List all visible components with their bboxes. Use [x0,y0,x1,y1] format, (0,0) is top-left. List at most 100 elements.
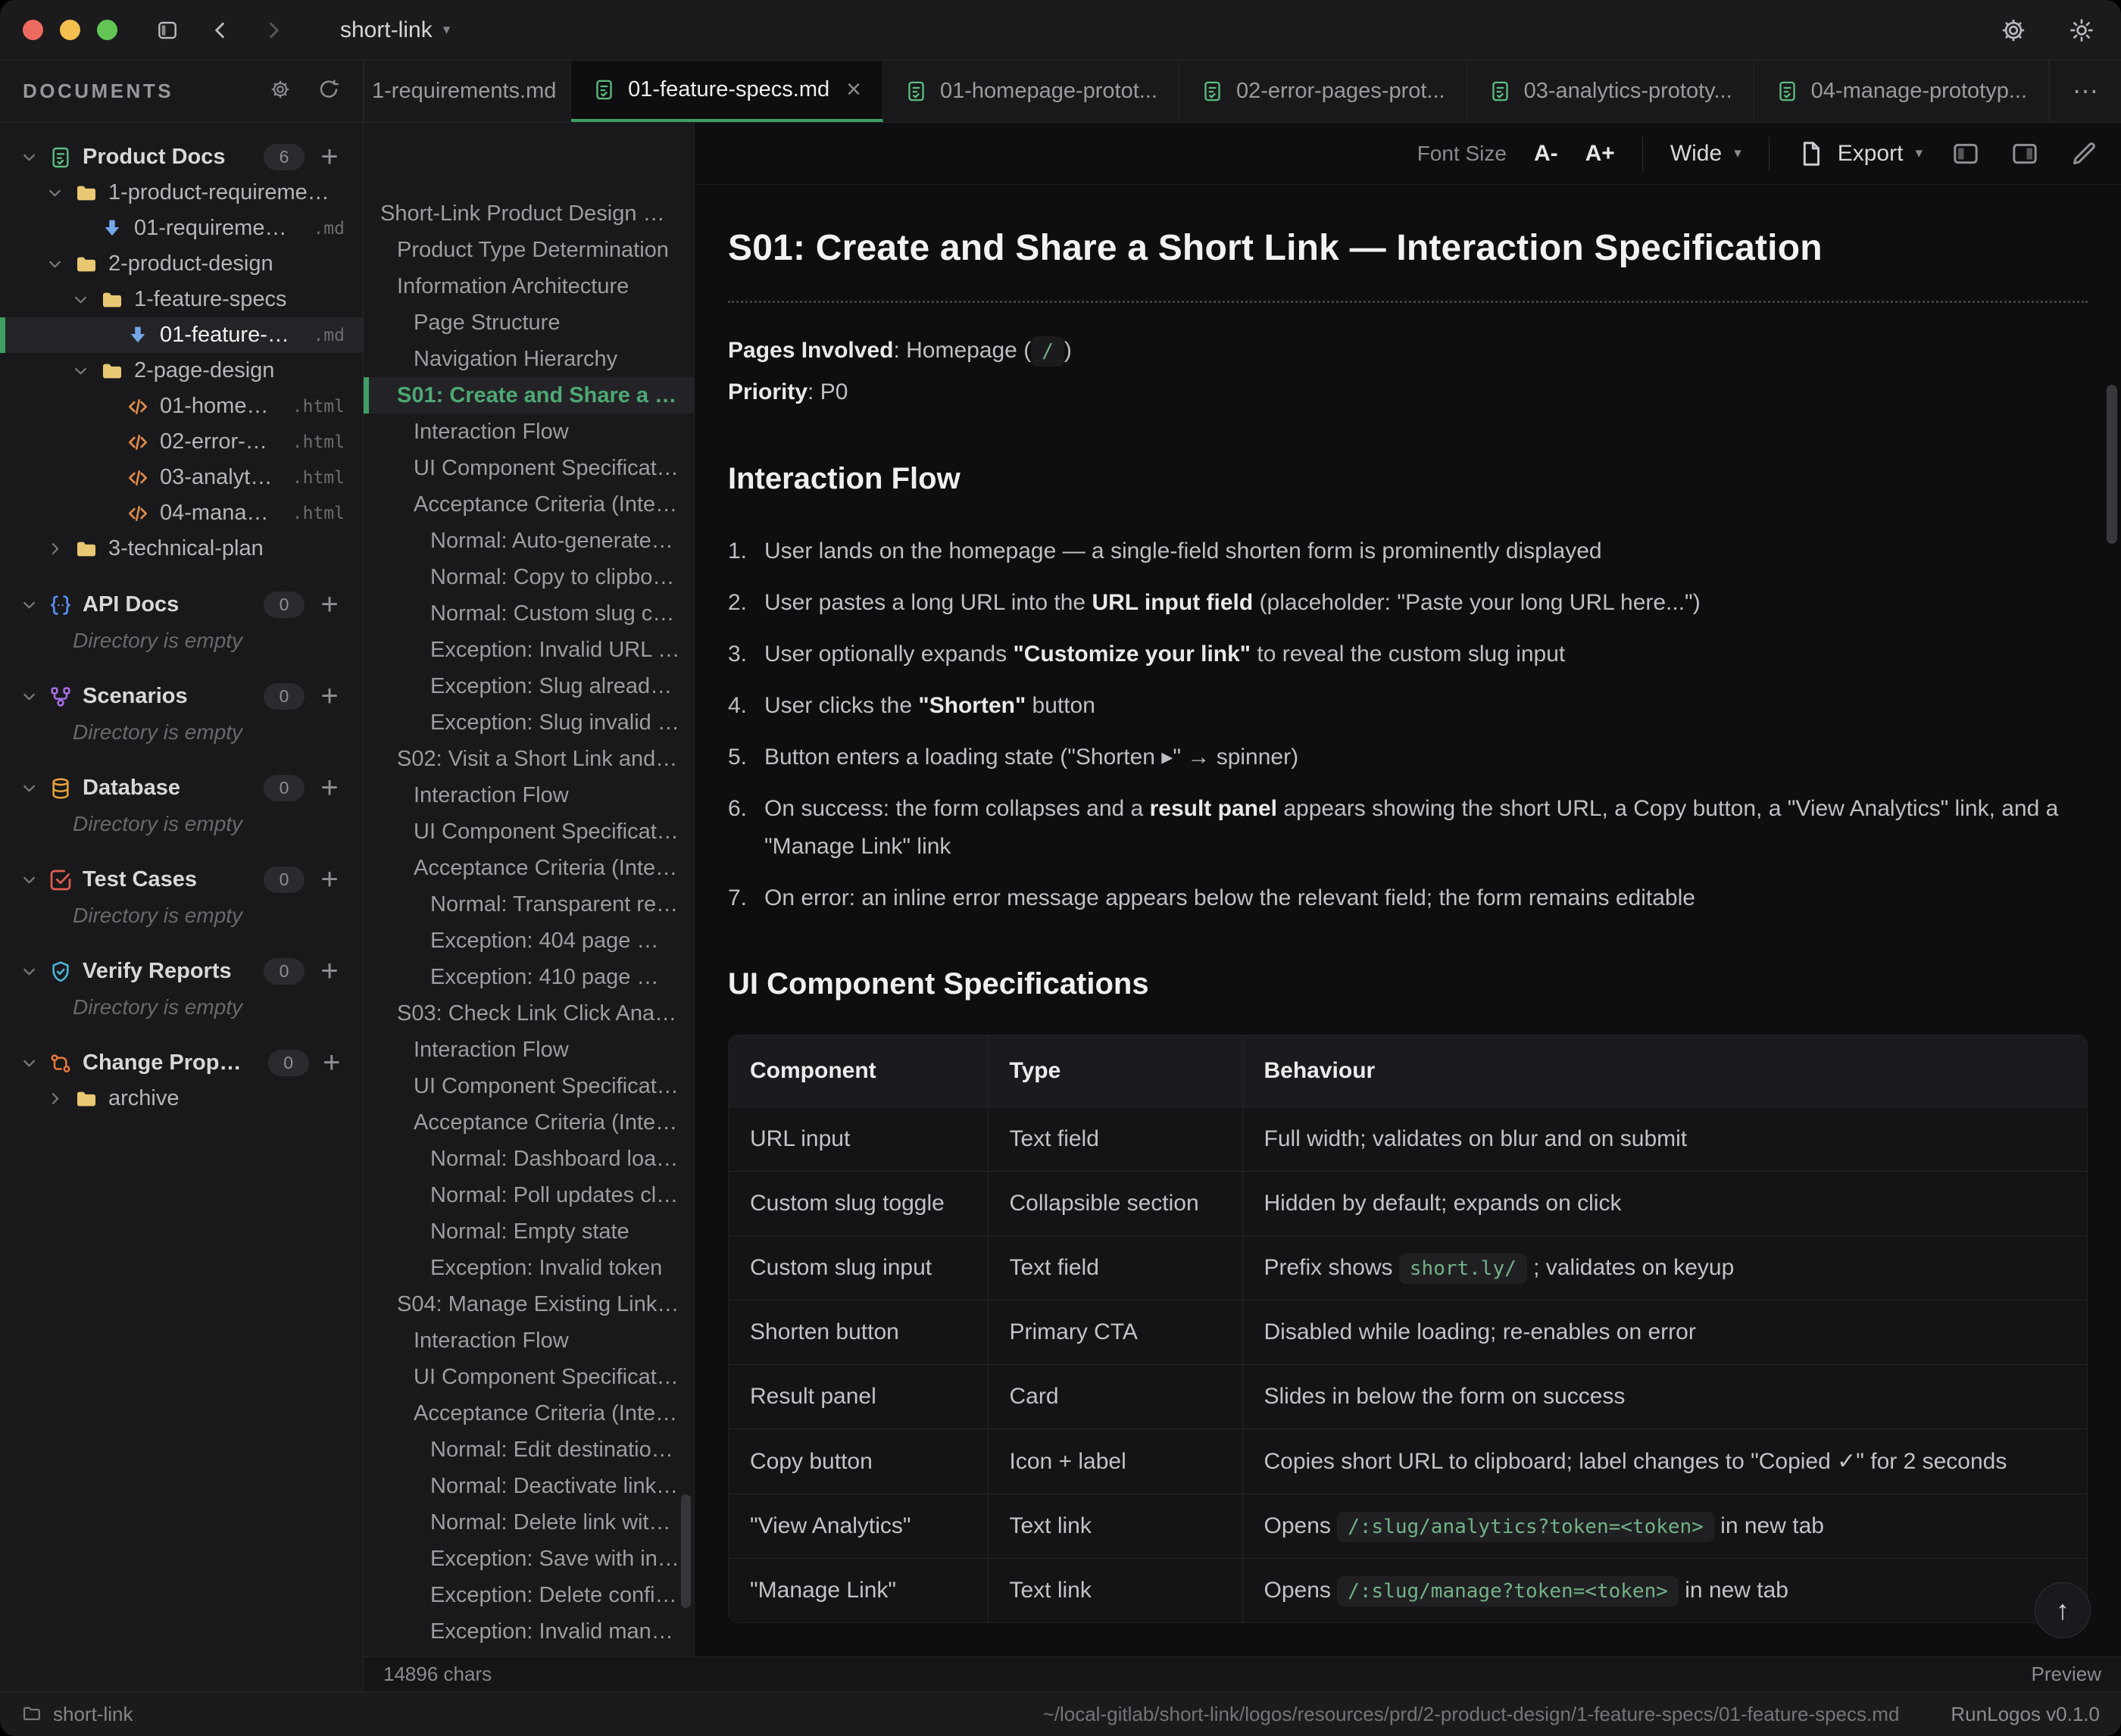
tree-item-test-cases[interactable]: Test Cases0+ [0,862,363,898]
toc-item-exception-save-with-invali-[interactable]: Exception: Save with invali... [364,1541,694,1577]
tree-item-02-error-pages-p-[interactable]: 02-error-pages-p....html [0,424,363,460]
forward-icon[interactable] [257,14,290,47]
chevron-down-icon[interactable] [20,595,39,614]
toc-item-interaction-flow[interactable]: Interaction Flow [364,414,694,450]
tab-01-feature-specs.md[interactable]: 01-feature-specs.md× [571,61,883,122]
content-scrollbar[interactable] [2107,385,2117,544]
chevron-down-icon[interactable] [20,148,39,167]
theme-sun-icon[interactable] [2065,14,2098,47]
toc-item-normal-copy-to-clipboard[interactable]: Normal: Copy to clipboard [364,559,694,595]
add-button[interactable]: + [314,144,345,170]
chevron-down-icon[interactable] [45,254,64,273]
toc-item-normal-poll-updates-click-[interactable]: Normal: Poll updates click ... [364,1177,694,1213]
export-dropdown[interactable]: Export ▾ [1797,139,1923,168]
toc-item-normal-deactivate-link-wit-[interactable]: Normal: Deactivate link wit... [364,1468,694,1504]
chevron-down-icon[interactable] [20,687,39,706]
tree-item-01-homepage-pro-[interactable]: 01-homepage-pro....html [0,389,363,424]
project-title[interactable]: short-link ▾ [340,17,450,43]
chevron-down-icon[interactable] [20,962,39,981]
toc-item-exception-invalid-url-in-[interactable]: Exception: Invalid URL — in... [364,632,694,668]
toc-item-exception-invalid-manage-[interactable]: Exception: Invalid manage... [364,1613,694,1650]
toc-item-exception-slug-invalid-cha-[interactable]: Exception: Slug invalid cha... [364,704,694,741]
tree-item-04-manage-proto-[interactable]: 04-manage-proto....html [0,495,363,531]
tree-item-change-proposals[interactable]: Change Proposals0+ [0,1045,363,1081]
toc-item-normal-dashboard-loads-[interactable]: Normal: Dashboard loads ... [364,1141,694,1177]
traffic-lights[interactable] [23,20,117,40]
toc-item-normal-custom-slug-creat-[interactable]: Normal: Custom slug creat... [364,595,694,632]
close-icon[interactable]: × [846,75,861,105]
edit-pencil-icon[interactable] [2068,139,2100,169]
refresh-icon[interactable] [317,78,340,105]
tab-1-requirements.md[interactable]: 1-requirements.md [364,61,571,122]
sidebar-toggle-icon[interactable] [151,14,184,47]
tree-item-scenarios[interactable]: Scenarios0+ [0,679,363,714]
add-button[interactable]: + [314,958,345,985]
toc-item-normal-empty-state[interactable]: Normal: Empty state [364,1213,694,1250]
toc-item-exception-410-page-cor-[interactable]: Exception: 410 page — cor... [364,959,694,995]
tree-item-2-product-design[interactable]: 2-product-design [0,246,363,282]
chevron-right-icon[interactable] [45,1089,64,1108]
toc-item-ui-component-specifications[interactable]: UI Component Specifications [364,1359,694,1395]
toc-item-acceptance-criteria-interac-[interactable]: Acceptance Criteria (Interac... [364,1104,694,1141]
toc-item-interaction-flow[interactable]: Interaction Flow [364,1032,694,1068]
tree-item-1-product-requirements[interactable]: 1-product-requirements [0,175,363,211]
tab-02-error-pages-prot...[interactable]: 02-error-pages-prot... [1179,61,1467,122]
toc-item-acceptance-criteria-interac-[interactable]: Acceptance Criteria (Interac... [364,486,694,523]
tree-item-verify-reports[interactable]: Verify Reports0+ [0,954,363,989]
toc-item-short-link-product-design-[interactable]: Short-Link Product Design —... [364,195,694,232]
toc-item-exception-invalid-token[interactable]: Exception: Invalid token [364,1250,694,1286]
toc-item-s04-manage-existing-links-[interactable]: S04: Manage Existing Links —... [364,1286,694,1322]
toc-item-exception-404-page-cor-[interactable]: Exception: 404 page — cor... [364,923,694,959]
toc-item-normal-transparent-redirect[interactable]: Normal: Transparent redirect [364,886,694,923]
tab-overflow-button[interactable]: ⋯ [2049,61,2121,122]
toc-item-ui-component-specifications[interactable]: UI Component Specifications [364,450,694,486]
toc-item-s03-check-link-click-analyti-[interactable]: S03: Check Link Click Analyti... [364,995,694,1032]
toc-scrollbar[interactable] [681,1494,691,1608]
tree-item-01-requirements[interactable]: 01-requirements.md [0,211,363,246]
toc-item-normal-auto-generated-sl-[interactable]: Normal: Auto-generated sl... [364,523,694,559]
toc-item-interaction-flow[interactable]: Interaction Flow [364,1322,694,1359]
toc-item-navigation-hierarchy[interactable]: Navigation Hierarchy [364,341,694,377]
tree-item-03-analytics-prot-[interactable]: 03-analytics-prot....html [0,460,363,495]
chevron-down-icon[interactable] [20,870,39,889]
chevron-down-icon[interactable] [71,290,90,309]
scroll-to-top-button[interactable]: ↑ [2035,1582,2091,1638]
add-button[interactable]: + [319,1050,345,1076]
toggle-left-panel-icon[interactable] [1950,139,1982,169]
chevron-down-icon[interactable] [45,183,64,202]
toc-item-product-type-determination[interactable]: Product Type Determination [364,232,694,268]
tree-item-3-technical-plan[interactable]: 3-technical-plan [0,531,363,567]
zoom-window-button[interactable] [97,20,117,40]
toc-item-acceptance-criteria-interac-[interactable]: Acceptance Criteria (Interac... [364,850,694,886]
tree-item-api-docs[interactable]: API Docs0+ [0,587,363,623]
tree-item-product-docs[interactable]: Product Docs6+ [0,139,363,175]
tab-03-analytics-prototy...[interactable]: 03-analytics-prototy... [1467,61,1754,122]
toc-item-s02-visit-a-short-link-and-be-[interactable]: S02: Visit a Short Link and Be... [364,741,694,777]
chevron-down-icon[interactable] [20,779,39,798]
toc-item-page-structure[interactable]: Page Structure [364,304,694,341]
add-button[interactable]: + [314,775,345,801]
toc-item-exception-delete-confirma-[interactable]: Exception: Delete confirma... [364,1577,694,1613]
tree-item-01-feature-specs[interactable]: 01-feature-specs.md [0,317,363,353]
tree-item-archive[interactable]: archive [0,1081,363,1116]
toc-item-ui-component-specifications[interactable]: UI Component Specifications [364,1068,694,1104]
toc-item-exception-slug-already-tak-[interactable]: Exception: Slug already tak... [364,668,694,704]
toc-item-normal-edit-destination-url[interactable]: Normal: Edit destination URL [364,1432,694,1468]
tab-01-homepage-protot...[interactable]: 01-homepage-protot... [883,61,1179,122]
chevron-down-icon[interactable] [20,1054,39,1073]
minimize-window-button[interactable] [60,20,80,40]
add-button[interactable]: + [314,683,345,710]
add-button[interactable]: + [314,866,345,893]
tab-04-manage-prototyp...[interactable]: 04-manage-prototyp... [1754,61,2049,122]
font-decrease-button[interactable]: A- [1534,141,1558,167]
sidebar-settings-gear-icon[interactable] [269,78,292,105]
width-mode-dropdown[interactable]: Wide ▾ [1670,141,1741,167]
close-window-button[interactable] [23,20,43,40]
font-increase-button[interactable]: A+ [1585,141,1615,167]
gear-icon[interactable] [1997,14,2030,47]
chevron-down-icon[interactable] [71,361,90,380]
add-button[interactable]: + [314,592,345,618]
toggle-right-panel-icon[interactable] [2009,139,2041,169]
toc-item-interaction-flow[interactable]: Interaction Flow [364,777,694,813]
tree-item-2-page-design[interactable]: 2-page-design [0,353,363,389]
